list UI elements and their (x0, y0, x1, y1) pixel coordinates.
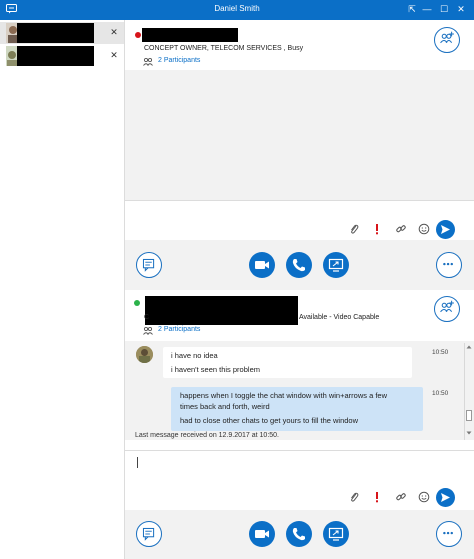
close-conversation-button[interactable]: ✕ (108, 26, 120, 38)
attach-icon[interactable] (348, 491, 360, 503)
message-history: i have no idea i haven't seen this probl… (125, 341, 474, 440)
message-text: times back and forth, weird (180, 402, 270, 411)
link-icon[interactable] (395, 223, 407, 235)
message-history (125, 70, 474, 200)
send-button[interactable] (436, 488, 455, 507)
im-button[interactable] (136, 252, 162, 278)
send-icon (441, 493, 450, 502)
avatar-image (136, 346, 153, 363)
video-icon (255, 261, 269, 269)
more-icon (443, 531, 453, 535)
message-timestamp: 10:50 (432, 349, 449, 356)
more-options-button[interactable] (436, 521, 462, 547)
scroll-down-icon[interactable] (465, 429, 473, 437)
conversation-item[interactable]: ✕ (0, 22, 124, 44)
share-content-button[interactable] (323, 252, 349, 278)
emoji-icon[interactable] (418, 491, 430, 503)
close-conversation-button[interactable]: ✕ (108, 49, 120, 61)
minimize-button[interactable]: — (421, 3, 433, 16)
conversation-pane: CONCEPT OWNER, TELECOM SERVICES , Busy 2… (125, 20, 474, 290)
important-icon[interactable] (371, 491, 383, 503)
participants-link[interactable]: 2 Participants (158, 326, 200, 333)
contact-status: Available - Video Capable (299, 314, 380, 321)
message-compose-area[interactable] (125, 450, 474, 510)
chat-icon (142, 258, 155, 272)
more-options-button[interactable] (436, 252, 462, 278)
scroll-thumb[interactable] (466, 410, 472, 421)
window-title: Daniel Smith (214, 4, 260, 13)
video-icon (255, 530, 269, 538)
redacted-name (17, 46, 94, 66)
text-caret (137, 457, 138, 468)
close-window-button[interactable]: ✕ (455, 3, 467, 16)
incoming-message: i have no idea i haven't seen this probl… (163, 347, 412, 378)
add-participant-button[interactable] (434, 296, 460, 322)
conversation-item[interactable]: ✕ (0, 45, 124, 67)
im-button[interactable] (136, 521, 162, 547)
pop-out-button[interactable]: ⇱ (406, 3, 418, 16)
attach-icon[interactable] (348, 223, 360, 235)
contact-subtitle-prefix: C (144, 314, 150, 321)
scroll-up-icon[interactable] (465, 343, 473, 351)
emoji-icon[interactable] (418, 223, 430, 235)
conversation-header: CONCEPT OWNER, TELECOM SERVICES , Busy 2… (125, 20, 474, 70)
phone-icon (292, 259, 305, 272)
important-icon[interactable] (371, 223, 383, 235)
call-control-bar (125, 240, 474, 290)
outgoing-message: happens when I toggle the chat window wi… (171, 387, 423, 431)
message-text: had to close other chats to get yours to… (180, 416, 359, 425)
message-text: i have no idea (171, 351, 218, 360)
redacted-name (17, 23, 94, 43)
message-text: i haven't seen this problem (171, 365, 260, 374)
last-received-notice: Last message received on 12.9.2017 at 10… (135, 432, 279, 439)
message-text: happens when I toggle the chat window wi… (180, 391, 387, 400)
conversation-list: ✕ ✕ (0, 20, 125, 559)
phone-icon (292, 528, 305, 541)
screen-share-icon (328, 258, 344, 272)
add-participant-button[interactable] (434, 27, 460, 53)
link-icon[interactable] (395, 491, 407, 503)
conversation-pane: C Available - Video Capable 2 Participan… (125, 290, 474, 559)
video-call-button[interactable] (249, 252, 275, 278)
message-timestamp: 10:50 (432, 390, 449, 397)
audio-call-button[interactable] (286, 521, 312, 547)
title-bar: Daniel Smith ⇱ — ☐ ✕ (0, 0, 474, 20)
video-call-button[interactable] (249, 521, 275, 547)
participants-icon (143, 326, 153, 335)
participants-link[interactable]: 2 Participants (158, 57, 200, 64)
redacted-contact-name (145, 296, 298, 325)
add-people-icon (440, 31, 454, 44)
maximize-button[interactable]: ☐ (438, 3, 450, 16)
conversation-header: C Available - Video Capable 2 Participan… (125, 290, 474, 341)
scrollbar[interactable] (464, 343, 472, 440)
presence-busy-icon (135, 32, 141, 38)
contact-subtitle: CONCEPT OWNER, TELECOM SERVICES , Busy (144, 45, 304, 52)
send-icon (441, 225, 450, 234)
add-people-icon (440, 300, 454, 313)
audio-call-button[interactable] (286, 252, 312, 278)
redacted-contact-name (142, 28, 238, 42)
share-content-button[interactable] (323, 521, 349, 547)
participants-icon (143, 57, 153, 66)
chat-icon (142, 527, 155, 541)
screen-share-icon (328, 527, 344, 541)
message-compose-area[interactable] (125, 200, 474, 240)
send-button[interactable] (436, 220, 455, 239)
call-control-bar (125, 510, 474, 559)
sender-avatar (136, 346, 153, 363)
presence-available-icon (134, 300, 140, 306)
more-icon (443, 262, 453, 266)
